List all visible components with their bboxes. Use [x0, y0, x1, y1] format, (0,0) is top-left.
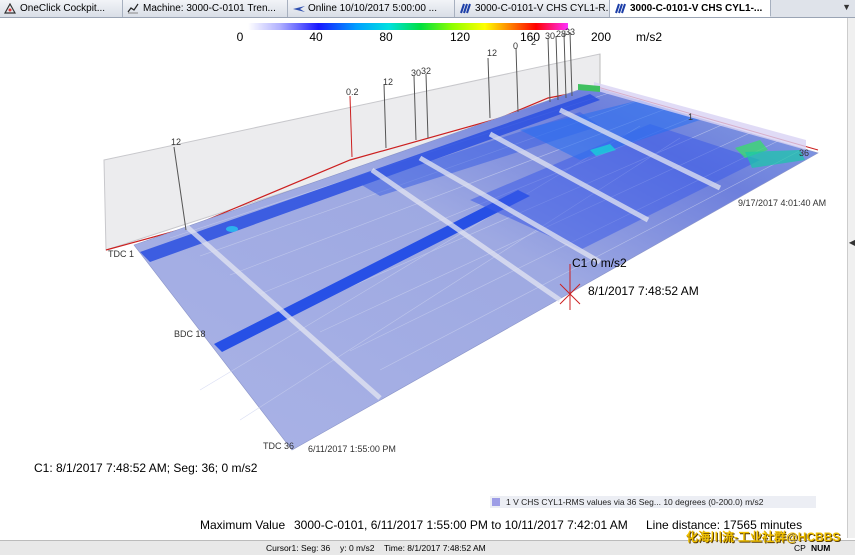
- scale-tick-40: 40: [309, 30, 323, 44]
- trend-chart-icon: [127, 3, 139, 14]
- peak-label: 33: [565, 27, 576, 37]
- scroll-right-arrow-icon[interactable]: ◀: [849, 238, 855, 247]
- peak-label: 30: [545, 31, 556, 41]
- color-scale-bar: [248, 23, 568, 30]
- waterfall-plot-icon: [459, 3, 471, 14]
- watermark-text: 化海川流-工业社群@HCBBS: [686, 530, 841, 544]
- axis-label-tdc-start: TDC 1: [108, 249, 135, 259]
- document-tab-bar: OneClick Cockpit... Machine: 3000-C-0101…: [0, 0, 855, 18]
- tab-label: Online 10/10/2017 5:00:00 ...: [308, 3, 437, 14]
- scale-tick-0: 0: [236, 30, 244, 44]
- legend-swatch: [492, 498, 500, 506]
- scale-tick-160: 160: [519, 30, 541, 44]
- waterfall-plot-icon: [614, 3, 626, 14]
- status-time: Time: 8/1/2017 7:48:52 AM: [384, 543, 486, 553]
- tab-cyl1-rms[interactable]: 3000-C-0101-V CHS CYL1-R...: [455, 0, 610, 17]
- tab-label: OneClick Cockpit...: [20, 3, 106, 14]
- peak-label: 32: [421, 66, 432, 76]
- tab-machine-trend[interactable]: Machine: 3000-C-0101 Tren...: [123, 0, 288, 17]
- status-cursor: Cursor1: Seg: 36: [266, 543, 331, 553]
- vertical-scrollbar[interactable]: [847, 18, 855, 538]
- tab-label: Machine: 3000-C-0101 Tren...: [143, 3, 276, 14]
- time-axis-end: 9/17/2017 4:01:40 AM: [738, 198, 827, 208]
- scale-tick-120: 120: [449, 30, 471, 44]
- tab-online[interactable]: Online 10/10/2017 5:00:00 ...: [288, 0, 455, 17]
- tab-list-dropdown-icon[interactable]: ▼: [842, 2, 851, 12]
- tab-label: 3000-C-0101-V CHS CYL1-R...: [475, 3, 610, 14]
- segment-label-start: 1: [688, 112, 694, 122]
- series-legend[interactable]: 1 V CHS CYL1-RMS values via 36 Seg... 10…: [490, 496, 816, 508]
- axis-label-bdc: BDC 18: [174, 329, 206, 339]
- peak-label: 2: [531, 37, 537, 47]
- status-y: y: 0 m/s2: [340, 543, 375, 553]
- time-axis-start: 6/11/2017 1:55:00 PM: [308, 444, 396, 454]
- legend-text: 1 V CHS CYL1-RMS values via 36 Seg... 10…: [506, 497, 764, 507]
- peak-label: 12: [383, 77, 394, 87]
- peak-label: 12: [487, 48, 498, 58]
- cursor-tag: C1 0 m/s2: [572, 256, 627, 270]
- peak-label: 12: [171, 137, 182, 147]
- cursor-readout: C1: 8/1/2017 7:48:52 AM; Seg: 36; 0 m/s2: [34, 461, 258, 475]
- tab-cyl1-active[interactable]: 3000-C-0101-V CHS CYL1-... ×: [610, 0, 771, 17]
- close-icon[interactable]: ×: [770, 3, 771, 14]
- waterfall-3d-plot[interactable]: [0, 18, 848, 538]
- tab-oneclick-cockpit[interactable]: OneClick Cockpit...: [0, 0, 123, 17]
- scale-tick-200: 200: [590, 30, 612, 44]
- intensity-spot-small: [226, 226, 238, 232]
- cockpit-icon: [3, 2, 17, 14]
- tab-label: 3000-C-0101-V CHS CYL1-...: [630, 2, 763, 14]
- max-value-range: 3000-C-0101, 6/11/2017 1:55:00 PM to 10/…: [294, 518, 628, 532]
- scale-tick-80: 80: [379, 30, 393, 44]
- cursor-time: 8/1/2017 7:48:52 AM: [588, 284, 699, 298]
- segment-label-end: 36: [799, 148, 810, 158]
- peak-label: 0.2: [346, 87, 359, 97]
- online-plane-icon: [292, 3, 305, 14]
- peak-label: 30: [411, 68, 422, 78]
- max-value-label: Maximum Value: [200, 518, 286, 532]
- scale-unit: m/s2: [636, 30, 663, 44]
- peak-label: 0: [513, 41, 519, 51]
- axis-label-tdc-end: TDC 36: [263, 441, 295, 451]
